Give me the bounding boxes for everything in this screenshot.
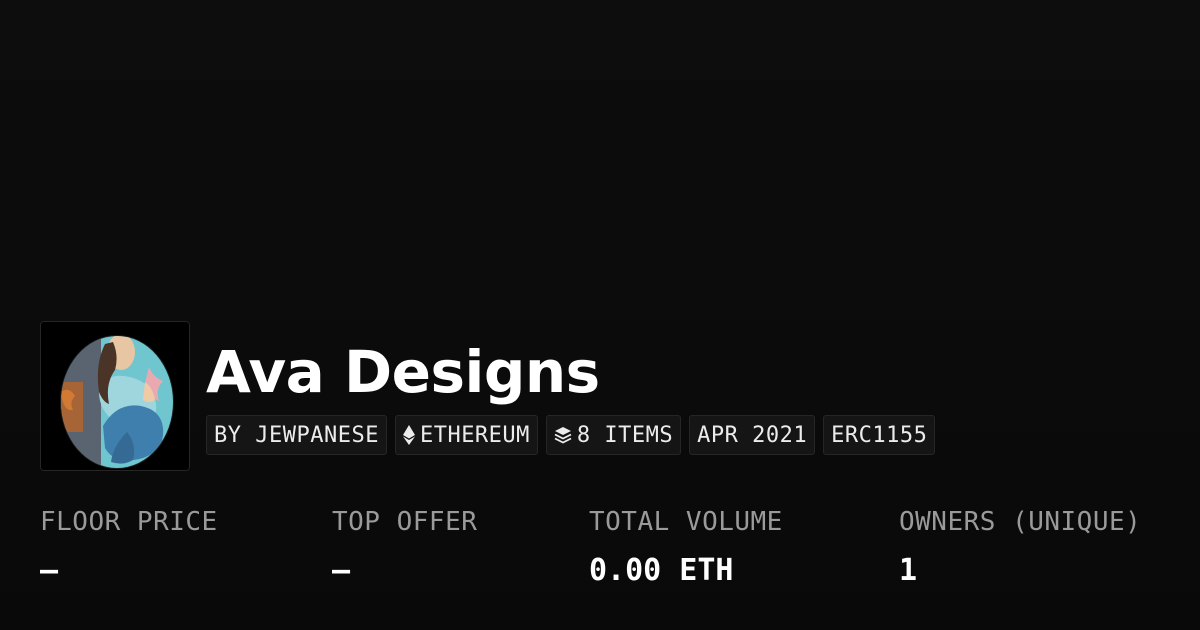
collection-avatar <box>40 321 190 471</box>
stat-value: 0.00 ETH <box>589 553 734 588</box>
collection-share-card: Ava Designs BY JEWPANESE ETHEREUM 8 ITEM… <box>0 0 1200 630</box>
stat-top-offer: TOP OFFER — <box>332 505 477 589</box>
chain-badge-label: ETHEREUM <box>419 422 530 448</box>
items-count-label: 8 ITEMS <box>576 422 674 448</box>
layers-icon <box>554 426 572 444</box>
stat-label: TOTAL VOLUME <box>589 507 783 537</box>
stat-value: — <box>332 553 351 588</box>
stat-floor-price: FLOOR PRICE — <box>40 505 218 589</box>
stat-label: TOP OFFER <box>332 507 478 537</box>
items-count-badge[interactable]: 8 ITEMS <box>545 415 682 455</box>
created-date-label: APR 2021 <box>697 422 808 448</box>
token-standard-badge: ERC1155 <box>823 415 936 455</box>
collection-badges: BY JEWPANESE ETHEREUM 8 ITEMS APR 2021 E… <box>206 415 936 455</box>
stat-value: — <box>40 553 59 588</box>
stat-owners-unique: OWNERS (UNIQUE) 1 <box>899 505 1141 589</box>
creator-badge[interactable]: BY JEWPANESE <box>206 415 387 455</box>
ethereum-icon <box>402 425 415 445</box>
stat-label: OWNERS (UNIQUE) <box>899 507 1142 537</box>
stat-total-volume: TOTAL VOLUME 0.00 ETH <box>589 505 783 589</box>
chain-badge[interactable]: ETHEREUM <box>394 415 538 455</box>
token-standard-label: ERC1155 <box>831 422 928 448</box>
collection-title: Ava Designs <box>206 338 600 406</box>
stat-value: 1 <box>899 553 918 588</box>
created-date-badge: APR 2021 <box>689 415 816 455</box>
creator-badge-label: BY JEWPANESE <box>214 422 379 448</box>
stat-label: FLOOR PRICE <box>40 507 218 537</box>
collection-avatar-illustration <box>41 322 189 470</box>
